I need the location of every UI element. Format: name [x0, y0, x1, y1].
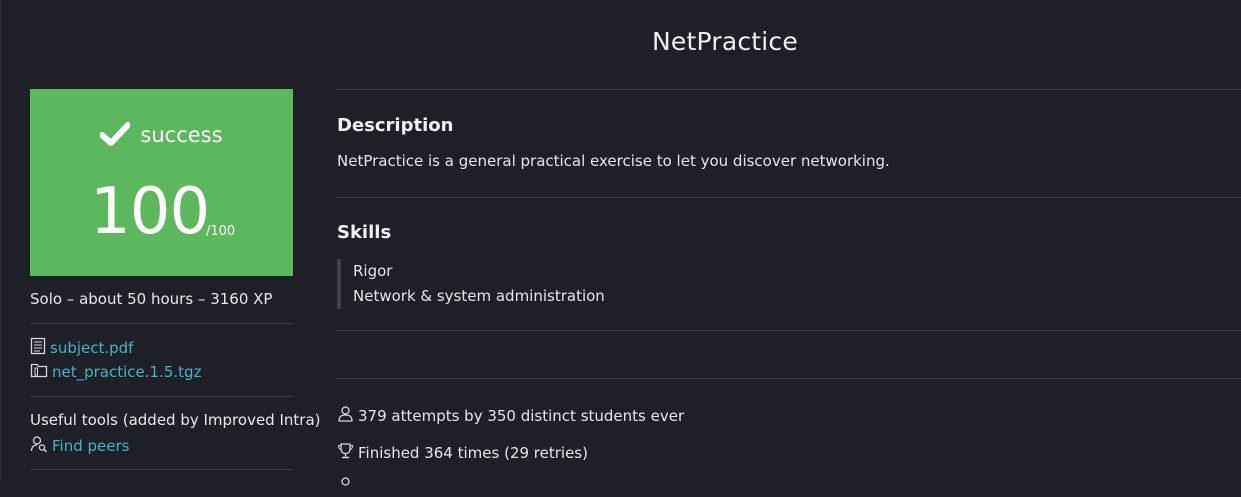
description-text: NetPractice is a general practical exerc…	[337, 152, 890, 170]
project-meta: Solo – about 50 hours – 3160 XP	[30, 290, 273, 308]
divider	[30, 469, 293, 470]
stat-attempts-text: 379 attempts by 350 distinct students ev…	[358, 406, 685, 425]
skills-heading: Skills	[337, 222, 392, 243]
divider	[337, 378, 1241, 379]
archive-icon	[30, 362, 52, 382]
find-peers-link[interactable]: Find peers	[30, 435, 129, 457]
divider	[337, 330, 1241, 331]
score-status: success	[30, 122, 293, 151]
document-icon	[30, 337, 50, 359]
skills-list: Rigor Network & system administration	[337, 259, 605, 309]
file-link-subject[interactable]: subject.pdf	[30, 337, 133, 359]
skill-item: Network & system administration	[353, 287, 605, 305]
user-icon	[337, 405, 358, 426]
divider	[337, 197, 1241, 198]
score-max: /100	[206, 224, 236, 239]
trophy-icon	[337, 442, 358, 464]
tools-label: Useful tools (added by Improved Intra)	[30, 411, 321, 429]
page-left-border	[0, 0, 1, 481]
stat-finished: Finished 364 times (29 retries)	[337, 442, 588, 464]
file-link-archive[interactable]: net_practice.1.5.tgz	[30, 362, 201, 382]
check-icon	[99, 122, 132, 151]
divider	[30, 396, 293, 397]
description-heading: Description	[337, 115, 454, 136]
user-search-icon	[30, 435, 52, 457]
stat-partial	[337, 476, 358, 497]
divider	[337, 89, 1241, 90]
score-value: 100	[90, 175, 210, 249]
file-name: net_practice.1.5.tgz	[52, 363, 202, 381]
score-card: success 100 /100	[30, 89, 293, 276]
find-peers-label: Find peers	[52, 437, 130, 455]
project-title: NetPractice	[652, 27, 798, 56]
file-name: subject.pdf	[50, 339, 134, 357]
skill-item: Rigor	[353, 262, 393, 280]
divider	[30, 323, 293, 324]
stat-attempts: 379 attempts by 350 distinct students ev…	[337, 405, 684, 426]
stat-finished-text: Finished 364 times (29 retries)	[358, 444, 588, 462]
user-icon	[337, 476, 358, 497]
score-status-label: success	[140, 123, 223, 147]
